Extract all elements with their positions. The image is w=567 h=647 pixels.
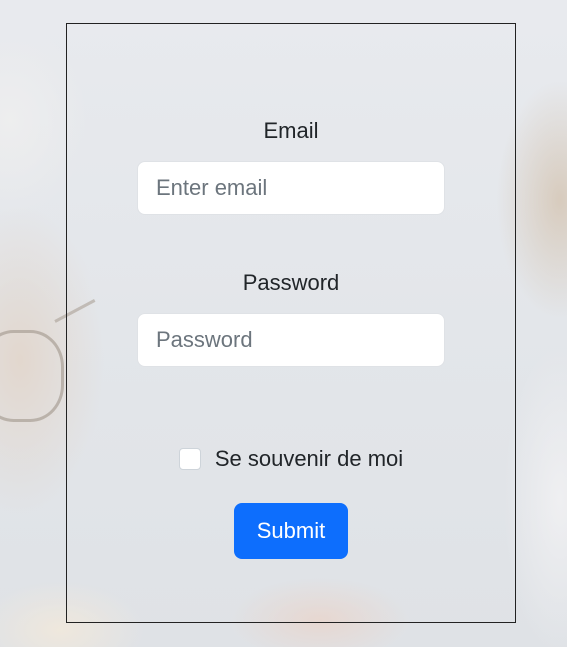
remember-label[interactable]: Se souvenir de moi: [215, 446, 403, 472]
submit-button[interactable]: Submit: [234, 503, 348, 559]
background-glasses: [0, 330, 64, 422]
email-field[interactable]: [137, 161, 445, 215]
password-field[interactable]: [137, 313, 445, 367]
remember-row: Se souvenir de moi: [67, 446, 515, 472]
email-label: Email: [263, 118, 319, 143]
remember-checkbox[interactable]: [178, 448, 201, 470]
password-label: Password: [242, 270, 340, 295]
login-form: Email Password Se souvenir de moi Submit: [66, 23, 516, 623]
